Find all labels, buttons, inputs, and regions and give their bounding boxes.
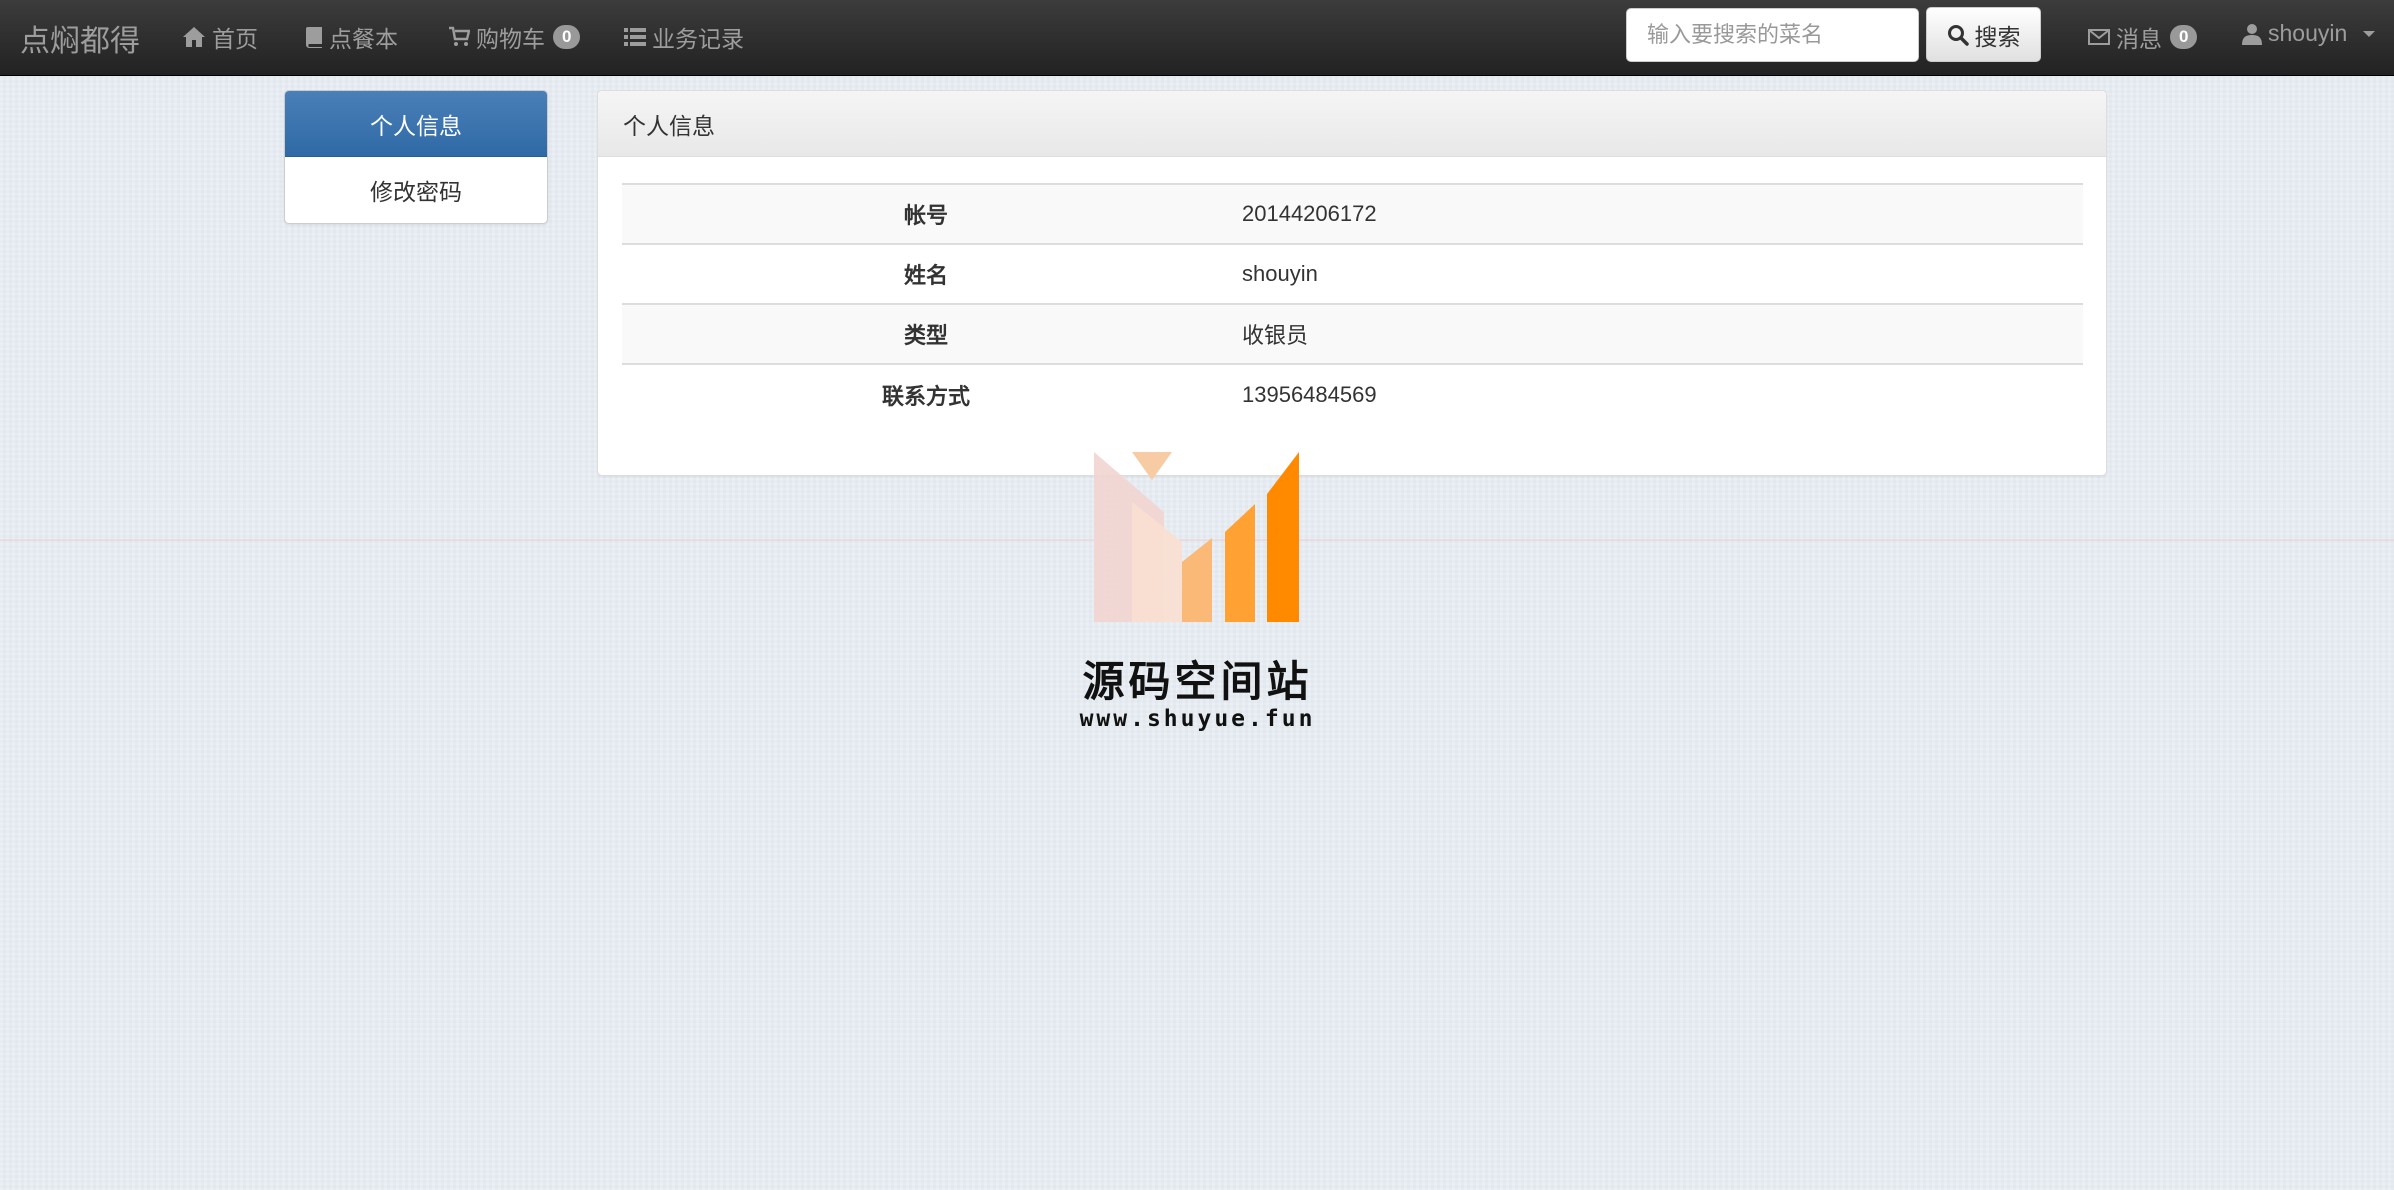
nav-menu-label: 点餐本 <box>329 26 398 52</box>
table-row: 姓名 shouyin <box>622 244 2083 304</box>
caret-down-icon <box>2363 30 2376 37</box>
search-button[interactable]: 搜索 <box>1926 7 2041 62</box>
nav-home-label: 首页 <box>212 26 258 52</box>
sidebar: 个人信息 修改密码 <box>284 90 548 224</box>
table-row: 帐号 20144206172 <box>622 184 2083 244</box>
sidebar-item-change-password[interactable]: 修改密码 <box>285 157 547 223</box>
message-count-badge: 0 <box>2170 25 2198 49</box>
row-key: 联系方式 <box>881 383 970 409</box>
table-row: 类型 收银员 <box>622 304 2083 364</box>
brand-logo[interactable]: 点焖都得 <box>20 16 140 60</box>
watermark-title: 源码空间站 <box>1082 658 1313 705</box>
table-row: 联系方式 13956484569 <box>622 364 2083 424</box>
panel-title: 个人信息 <box>598 91 2106 157</box>
search-input[interactable] <box>1626 8 1919 62</box>
search-button-label: 搜索 <box>1974 23 2021 50</box>
row-key: 姓名 <box>903 263 948 288</box>
nav-records-label: 业务记录 <box>652 26 744 52</box>
watermark-url: www.shuyue.fun <box>1079 706 1316 732</box>
sidebar-item-profile[interactable]: 个人信息 <box>285 91 547 157</box>
book-icon <box>306 27 322 48</box>
row-value: 20144206172 <box>1242 201 1377 226</box>
user-menu[interactable]: shouyin <box>2242 20 2376 47</box>
top-navbar: 点焖都得 首页 点餐本 购物车 0 业务记录 搜索 消息 0 shouyin <box>0 0 2394 76</box>
nav-home[interactable]: 首页 <box>182 20 258 54</box>
cart-count-badge: 0 <box>553 25 581 49</box>
profile-panel: 个人信息 帐号 20144206172 姓名 shouyin 类型 收银员 联系… <box>597 90 2107 476</box>
search-icon <box>1947 24 1969 46</box>
nav-records[interactable]: 业务记录 <box>624 20 744 54</box>
envelope-icon <box>2088 29 2110 45</box>
nav-messages-label: 消息 <box>2116 26 2162 52</box>
cart-icon <box>449 26 470 46</box>
row-value: 13956484569 <box>1242 381 1377 407</box>
row-value: shouyin <box>1242 261 1318 286</box>
list-icon <box>624 28 646 46</box>
user-name: shouyin <box>2268 20 2348 46</box>
nav-menu[interactable]: 点餐本 <box>305 20 398 54</box>
profile-table: 帐号 20144206172 姓名 shouyin 类型 收银员 联系方式 13… <box>622 183 2083 424</box>
nav-cart-label: 购物车 <box>476 26 545 52</box>
nav-cart[interactable]: 购物车 0 <box>448 20 581 54</box>
row-value: 收银员 <box>1242 323 1309 348</box>
user-icon <box>2242 23 2262 45</box>
row-key: 帐号 <box>903 203 948 228</box>
home-icon <box>183 27 205 47</box>
watermark-logo <box>1094 452 1299 622</box>
row-key: 类型 <box>903 323 948 348</box>
nav-messages[interactable]: 消息 0 <box>2088 20 2198 54</box>
